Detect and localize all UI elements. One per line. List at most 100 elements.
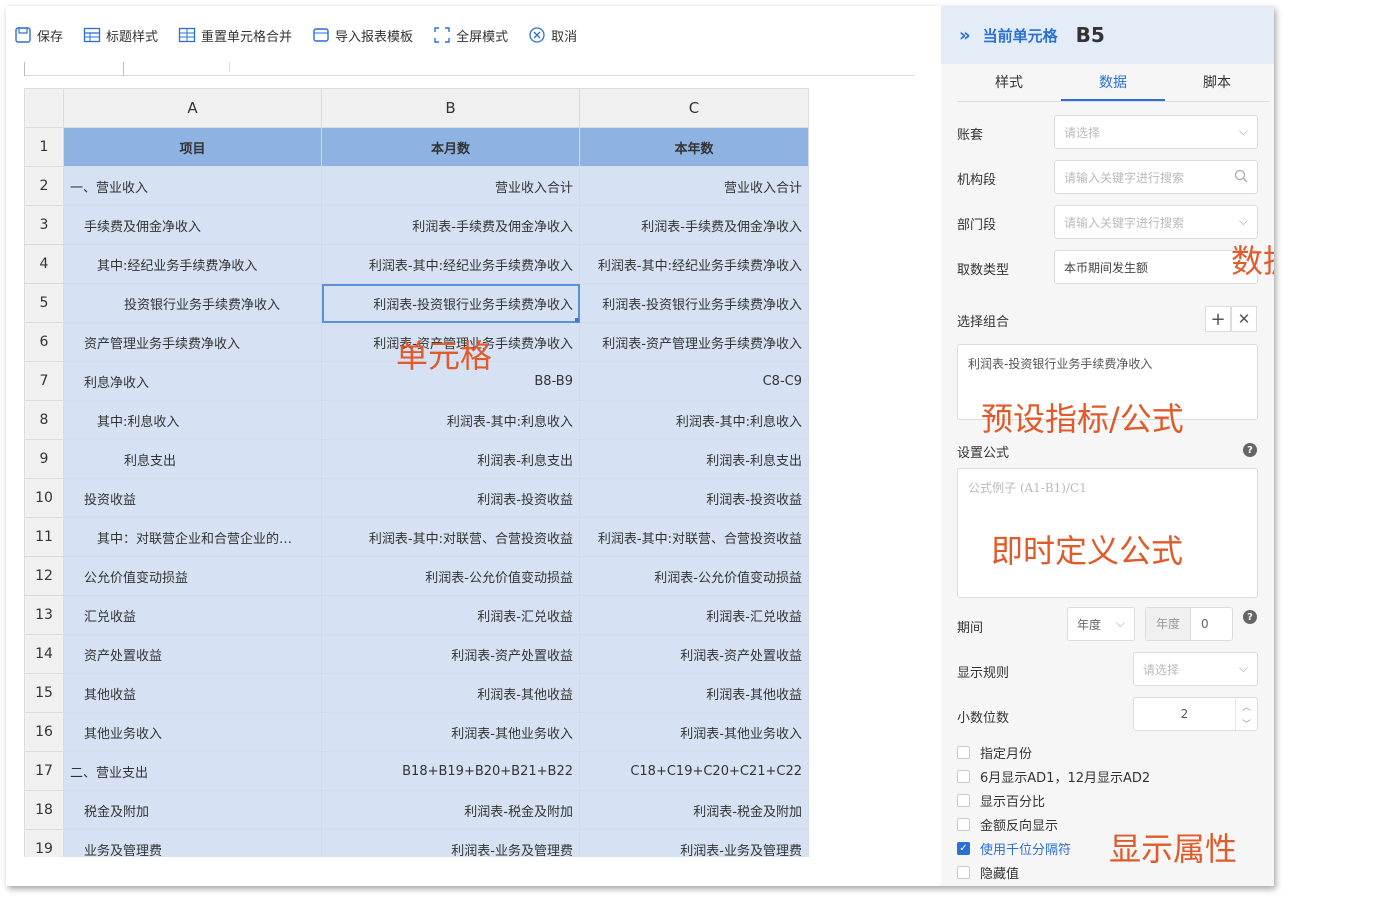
period-type-select[interactable]: 年度 ⌵ xyxy=(1067,607,1135,641)
title-style-button[interactable]: 标题样式 xyxy=(83,26,158,45)
checkbox-icon[interactable] xyxy=(957,794,970,807)
cell-b8[interactable]: 利润表-其中:利息收入 xyxy=(321,400,580,440)
clear-combo-button[interactable]: ✕ xyxy=(1231,306,1257,332)
reset-merge-button[interactable]: 重置单元格合并 xyxy=(178,26,292,45)
help-icon[interactable]: ? xyxy=(1243,443,1257,457)
chevron-up-icon[interactable]: ︿ xyxy=(1236,698,1257,715)
cell-b1[interactable]: 本月数 xyxy=(321,127,580,167)
checkbox-option[interactable]: 隐藏值 xyxy=(957,863,1019,882)
row-number[interactable]: 15 xyxy=(24,673,64,713)
cell-a14[interactable]: 资产处置收益 xyxy=(63,634,322,674)
cell-b13[interactable]: 利润表-汇兑收益 xyxy=(321,595,580,635)
chevron-down-icon[interactable]: ﹀ xyxy=(1236,715,1257,732)
cell-a2[interactable]: 一、营业收入 xyxy=(63,166,322,206)
checkbox-icon[interactable] xyxy=(957,866,970,879)
cell-a5[interactable]: 投资银行业务手续费净收入 xyxy=(63,283,322,323)
row-number[interactable]: 8 xyxy=(24,400,64,440)
cell-b15[interactable]: 利润表-其他收益 xyxy=(321,673,580,713)
corner-cell[interactable] xyxy=(24,88,64,128)
dept-select[interactable]: 请输入关键字进行搜索 ⌵ xyxy=(1054,205,1258,239)
row-number[interactable]: 9 xyxy=(24,439,64,479)
checkbox-icon[interactable] xyxy=(957,818,970,831)
cell-a13[interactable]: 汇兑收益 xyxy=(63,595,322,635)
tab-data[interactable]: 数据 xyxy=(1061,68,1165,101)
cell-b19[interactable]: 利润表-业务及管理费 xyxy=(321,829,580,857)
selected-cell[interactable]: 利润表-投资银行业务手续费净收入 xyxy=(321,283,580,323)
checkbox-icon[interactable] xyxy=(957,746,970,759)
checkbox-option[interactable]: 金额反向显示 xyxy=(957,815,1058,834)
cell-c11[interactable]: 利润表-其中:对联营、合营投资收益 xyxy=(579,517,809,557)
row-number[interactable]: 4 xyxy=(24,244,64,284)
checkbox-option[interactable]: 6月显示AD1，12月显示AD2 xyxy=(957,767,1150,786)
row-number[interactable]: 14 xyxy=(24,634,64,674)
cell-a19[interactable]: 业务及管理费 xyxy=(63,829,322,857)
row-number[interactable]: 5 xyxy=(24,283,64,323)
cell-b16[interactable]: 利润表-其他业务收入 xyxy=(321,712,580,752)
cell-a16[interactable]: 其他业务收入 xyxy=(63,712,322,752)
row-number[interactable]: 16 xyxy=(24,712,64,752)
cell-b18[interactable]: 利润表-税金及附加 xyxy=(321,790,580,830)
row-number[interactable]: 19 xyxy=(24,829,64,857)
checkbox-option[interactable]: ✓ 使用千位分隔符 xyxy=(957,839,1071,858)
checkbox-icon[interactable] xyxy=(957,770,970,783)
sheet-tab[interactable] xyxy=(130,62,230,72)
period-offset-input[interactable]: 年度 0 xyxy=(1145,607,1233,641)
save-button[interactable]: 保存 xyxy=(14,26,63,45)
row-number[interactable]: 6 xyxy=(24,322,64,362)
cell-c12[interactable]: 利润表-公允价值变动损益 xyxy=(579,556,809,596)
row-number[interactable]: 2 xyxy=(24,166,64,206)
checkbox-option[interactable]: 显示百分比 xyxy=(957,791,1045,810)
cell-b17[interactable]: B18+B19+B20+B21+B22 xyxy=(321,751,580,791)
cell-a3[interactable]: 手续费及佣金净收入 xyxy=(63,205,322,245)
cell-b11[interactable]: 利润表-其中:对联营、合营投资收益 xyxy=(321,517,580,557)
column-header-a[interactable]: A xyxy=(63,88,322,128)
row-number[interactable]: 17 xyxy=(24,751,64,791)
decimal-stepper[interactable]: 2 ︿ ﹀ xyxy=(1133,697,1258,732)
column-header-c[interactable]: C xyxy=(579,88,809,128)
cell-c7[interactable]: C8-C9 xyxy=(579,361,809,401)
fetch-type-select[interactable]: 本币期间发生额 xyxy=(1054,250,1258,284)
row-number[interactable]: 10 xyxy=(24,478,64,518)
cell-a15[interactable]: 其他收益 xyxy=(63,673,322,713)
cell-c6[interactable]: 利润表-资产管理业务手续费净收入 xyxy=(579,322,809,362)
row-number[interactable]: 18 xyxy=(24,790,64,830)
org-search-input[interactable]: 请输入关键字进行搜索 xyxy=(1054,160,1258,194)
cell-a8[interactable]: 其中:利息收入 xyxy=(63,400,322,440)
cell-a7[interactable]: 利息净收入 xyxy=(63,361,322,401)
help-icon[interactable]: ? xyxy=(1243,610,1257,624)
cell-a17[interactable]: 二、营业支出 xyxy=(63,751,322,791)
cell-b10[interactable]: 利润表-投资收益 xyxy=(321,478,580,518)
cell-b12[interactable]: 利润表-公允价值变动损益 xyxy=(321,556,580,596)
cell-a10[interactable]: 投资收益 xyxy=(63,478,322,518)
cell-c18[interactable]: 利润表-税金及附加 xyxy=(579,790,809,830)
account-select[interactable]: 请选择 ⌵ xyxy=(1054,115,1258,149)
row-number[interactable]: 12 xyxy=(24,556,64,596)
sheet-tab-active[interactable] xyxy=(24,62,124,76)
row-number[interactable]: 3 xyxy=(24,205,64,245)
row-number[interactable]: 11 xyxy=(24,517,64,557)
checkbox-option[interactable]: 指定月份 xyxy=(957,743,1032,762)
add-combo-button[interactable]: + xyxy=(1205,306,1231,332)
cell-a12[interactable]: 公允价值变动损益 xyxy=(63,556,322,596)
collapse-chevron-icon[interactable]: » xyxy=(959,25,971,46)
cell-c8[interactable]: 利润表-其中:利息收入 xyxy=(579,400,809,440)
cell-c10[interactable]: 利润表-投资收益 xyxy=(579,478,809,518)
cell-c1[interactable]: 本年数 xyxy=(579,127,809,167)
cell-c13[interactable]: 利润表-汇兑收益 xyxy=(579,595,809,635)
cell-a11[interactable]: 其中：对联营企业和合营企业的… xyxy=(63,517,322,557)
cell-a1[interactable]: 项目 xyxy=(63,127,322,167)
row-number[interactable]: 1 xyxy=(24,127,64,167)
cell-b3[interactable]: 利润表-手续费及佣金净收入 xyxy=(321,205,580,245)
cell-a18[interactable]: 税金及附加 xyxy=(63,790,322,830)
import-template-button[interactable]: 导入报表模板 xyxy=(312,26,413,45)
cell-c15[interactable]: 利润表-其他收益 xyxy=(579,673,809,713)
cell-c2[interactable]: 营业收入合计 xyxy=(579,166,809,206)
cancel-button[interactable]: 取消 xyxy=(528,26,577,45)
cell-b9[interactable]: 利润表-利息支出 xyxy=(321,439,580,479)
row-number[interactable]: 13 xyxy=(24,595,64,635)
tab-style[interactable]: 样式 xyxy=(957,68,1061,101)
cell-a4[interactable]: 其中:经纪业务手续费净收入 xyxy=(63,244,322,284)
cell-c16[interactable]: 利润表-其他业务收入 xyxy=(579,712,809,752)
cell-b4[interactable]: 利润表-其中:经纪业务手续费净收入 xyxy=(321,244,580,284)
cell-b2[interactable]: 营业收入合计 xyxy=(321,166,580,206)
